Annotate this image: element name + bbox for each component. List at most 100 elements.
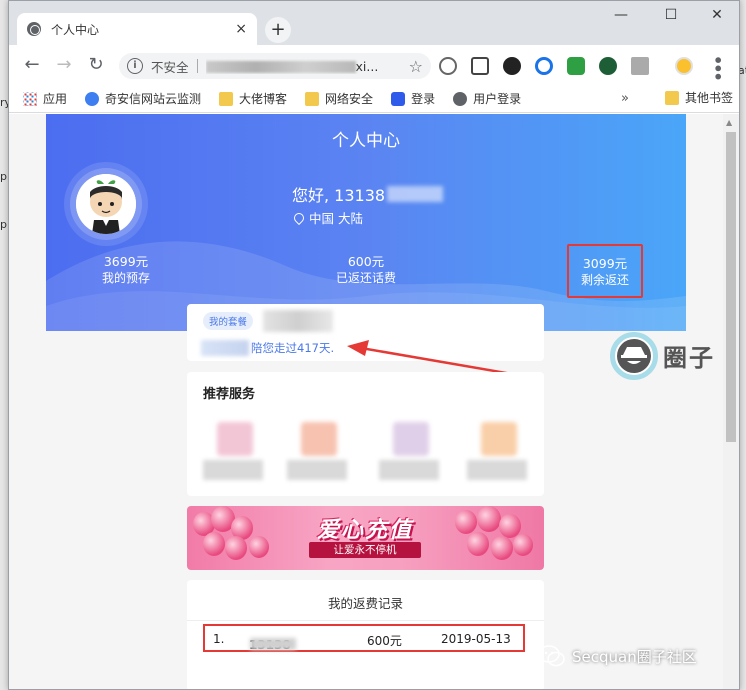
menu-icon[interactable]: ••• [708, 55, 727, 80]
bookmark-label: 登录 [411, 92, 436, 106]
stat-prepaid: 3699元 我的预存 [86, 254, 166, 286]
folder-icon [305, 91, 320, 106]
new-tab-button[interactable]: + [265, 17, 291, 43]
banner-subtitle: 让爱永不停机 [309, 542, 421, 558]
tab-close-icon[interactable]: × [235, 21, 247, 37]
balloon-decoration [467, 532, 489, 556]
stat-label: 剩余返还 [580, 273, 629, 287]
wechat-icon [538, 645, 565, 667]
close-window-button[interactable]: ✕ [707, 7, 727, 23]
baidu-icon [391, 91, 406, 106]
record-amount: 600元 [367, 634, 402, 648]
balloon-decoration [491, 536, 513, 560]
spy-hat-icon [617, 339, 651, 373]
location-pin-icon [291, 210, 307, 225]
title-bar: 个人中心 × + — ☐ ✕ [9, 1, 739, 45]
package-badge: 我的套餐 [203, 312, 254, 330]
service-icon [217, 422, 253, 456]
service-label-redaction [379, 460, 439, 480]
stat-label: 已返还话费 [335, 271, 396, 285]
info-icon[interactable]: i [127, 58, 143, 74]
bookmark-security-folder[interactable]: 网络安全 [305, 90, 373, 107]
address-separator [196, 59, 198, 73]
charity-recharge-banner[interactable]: 爱心充值 让爱永不停机 [187, 506, 544, 570]
qianxin-icon [85, 91, 100, 106]
other-bookmarks[interactable]: 其他书签 [664, 89, 733, 106]
avatar-ring-inner [70, 168, 142, 240]
watermark-text: Secquan圈子社区 [572, 647, 697, 666]
active-tab[interactable]: 个人中心 × [17, 13, 257, 45]
service-item[interactable] [287, 422, 347, 482]
bookmarks-overflow-button[interactable]: » [621, 91, 629, 106]
globe-icon [27, 22, 41, 36]
forward-button[interactable]: → [53, 55, 75, 75]
maximize-button[interactable]: ☐ [661, 7, 681, 23]
secquan-logo-text: 圈子 [663, 344, 715, 372]
other-bookmarks-label: 其他书签 [684, 91, 733, 105]
duration-text: 陪您走过417天. [251, 341, 335, 355]
service-icon [301, 422, 337, 456]
extension-target-icon[interactable] [535, 57, 553, 75]
service-label-redaction [203, 460, 263, 480]
cartoon-boy-icon [76, 174, 136, 234]
address-bar[interactable]: i 不安全 xi... ☆ [119, 53, 431, 79]
service-icon [481, 422, 517, 456]
service-item[interactable] [379, 422, 439, 482]
back-button[interactable]: ← [21, 55, 43, 75]
phone-redaction [387, 186, 444, 202]
phone-redaction [250, 638, 296, 650]
tab-title: 个人中心 [51, 22, 100, 37]
service-item[interactable] [203, 422, 263, 482]
bookmark-label: 大佬博客 [239, 92, 288, 106]
page-title: 个人中心 [332, 131, 400, 151]
avatar-ring [64, 162, 148, 246]
company-duration-text: 陪您走过417天. [201, 340, 334, 356]
balloon-decoration [249, 536, 269, 558]
balloon-decoration [455, 510, 477, 534]
bookmark-user-login[interactable]: 用户登录 [453, 90, 521, 107]
bookmark-label: 用户登录 [473, 92, 522, 106]
company-name-redaction [201, 340, 249, 356]
banner-title: 爱心充值 [316, 518, 413, 543]
services-title: 推荐服务 [203, 387, 256, 402]
background-window-text: p [0, 170, 7, 183]
service-label-redaction [287, 460, 347, 480]
url-suffix: xi... [355, 58, 379, 74]
service-label-redaction [467, 460, 527, 480]
bookmark-blog-folder[interactable]: 大佬博客 [219, 90, 287, 107]
stat-label: 我的预存 [101, 271, 150, 285]
page-scrollbar[interactable]: ▲ [723, 114, 739, 689]
record-date: 2019-05-13 [441, 632, 511, 646]
reload-button[interactable]: ↻ [85, 55, 107, 75]
balloon-decoration [477, 506, 501, 532]
wechat-watermark: Secquan圈子社区 [538, 645, 697, 667]
greeting-prefix: 您好, 13138 [292, 186, 386, 205]
avatar[interactable] [76, 174, 136, 234]
scrollbar-thumb[interactable] [726, 132, 736, 442]
extension-globe-icon[interactable] [599, 57, 617, 75]
folder-icon [219, 91, 234, 106]
url-redaction [205, 61, 356, 73]
extension-cloud-icon[interactable] [439, 57, 457, 75]
scroll-up-icon[interactable]: ▲ [726, 118, 732, 127]
extension-bird-icon[interactable] [631, 57, 649, 75]
bookmark-qianxin[interactable]: 奇安信网站云监测 [85, 90, 201, 107]
extension-stamp-icon[interactable] [471, 57, 489, 75]
location: 中国 大陆 [291, 208, 363, 227]
extension-mask-icon[interactable] [503, 57, 521, 75]
globe-icon [453, 91, 468, 106]
service-item[interactable] [467, 422, 527, 482]
security-label: 不安全 [151, 59, 189, 75]
profile-avatar-icon[interactable] [675, 57, 693, 75]
record-row: 1. 13138 600元 2019-05-13 [203, 624, 525, 652]
bookmark-star-icon[interactable]: ☆ [409, 57, 423, 76]
bookmark-apps[interactable]: 应用 [23, 90, 67, 107]
bookmark-label: 奇安信网站云监测 [105, 92, 202, 106]
minimize-button[interactable]: — [611, 7, 631, 23]
bookmark-login[interactable]: 登录 [391, 90, 435, 107]
balloon-decoration [225, 536, 247, 560]
stat-returned: 600元 已返还话费 [326, 254, 406, 286]
stat-value: 3099元 [582, 256, 628, 271]
extension-g-icon[interactable] [567, 57, 585, 75]
service-icon [393, 422, 429, 456]
